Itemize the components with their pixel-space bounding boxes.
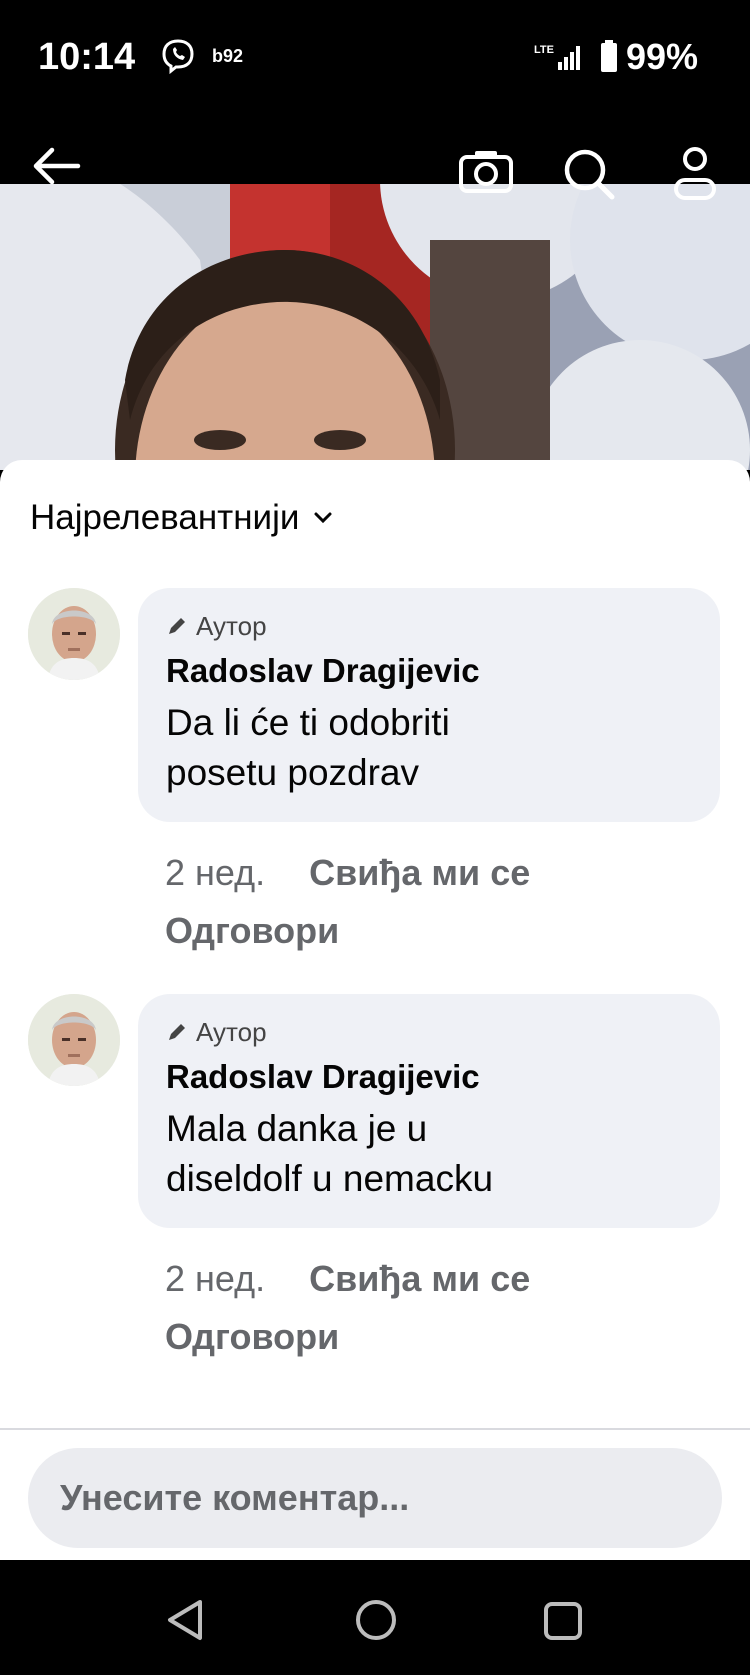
sort-dropdown[interactable]: Најрелевантнији xyxy=(30,498,333,538)
comment-author-name[interactable]: Radoslav Dragijevic xyxy=(166,1058,692,1096)
comment-text-line: Mala danka je u xyxy=(166,1108,428,1149)
avatar[interactable] xyxy=(28,994,120,1086)
comment-text-line: diseldolf u nemacku xyxy=(166,1158,494,1199)
avatar[interactable] xyxy=(28,588,120,680)
comment-actions: 2 нед. Свиђа ми се Одговори xyxy=(165,844,685,960)
author-badge-label: Аутор xyxy=(196,1016,267,1047)
comment-bubble[interactable]: Аутор Radoslav Dragijevic Da li će ti od… xyxy=(138,588,720,822)
battery-icon xyxy=(601,40,617,72)
back-arrow-icon[interactable] xyxy=(32,146,82,186)
pencil-icon xyxy=(169,618,185,634)
system-nav-bar xyxy=(0,1560,750,1675)
search-icon[interactable] xyxy=(562,148,618,200)
comment-text: Da li će ti odobriti posetu pozdrav xyxy=(166,698,692,798)
like-button[interactable]: Свиђа ми се xyxy=(309,1258,530,1299)
comment-text-line: posetu pozdrav xyxy=(166,752,420,793)
home-circle-icon[interactable] xyxy=(354,1598,398,1642)
comment-input[interactable]: Унесите коментар... xyxy=(28,1448,722,1548)
like-button[interactable]: Свиђа ми се xyxy=(309,852,530,893)
comment-text: Mala danka je u diseldolf u nemacku xyxy=(166,1104,692,1204)
carrier-label: b92 xyxy=(212,46,244,66)
svg-text:LTE: LTE xyxy=(534,44,554,56)
status-bar: 10:14 b92 LTE 99% xyxy=(0,0,750,120)
author-badge: Аутор xyxy=(166,610,692,642)
comment-time: 2 нед. xyxy=(165,1258,266,1299)
chevron-down-icon xyxy=(314,512,332,524)
comment-author-name[interactable]: Radoslav Dragijevic xyxy=(166,652,692,690)
author-badge: Аутор xyxy=(166,1016,692,1048)
reply-button[interactable]: Одговори xyxy=(165,1316,339,1357)
author-badge-label: Аутор xyxy=(196,610,267,641)
photo-top-strip xyxy=(0,120,750,184)
comment-actions: 2 нед. Свиђа ми се Одговори xyxy=(165,1250,685,1366)
comment-time: 2 нед. xyxy=(165,852,266,893)
sort-label: Најрелевантнији xyxy=(30,498,300,537)
back-triangle-icon[interactable] xyxy=(164,1598,206,1642)
pencil-icon xyxy=(169,1024,185,1040)
camera-icon[interactable] xyxy=(458,148,514,194)
comment-text-line: Da li će ti odobriti xyxy=(166,702,450,743)
lte-signal-icon: LTE xyxy=(534,44,580,70)
comments-sheet: Најрелевантнији Аутор Radoslav Dragijevi… xyxy=(0,460,750,1560)
composer-divider xyxy=(0,1428,750,1430)
reply-button[interactable]: Одговори xyxy=(165,910,339,951)
recents-square-icon[interactable] xyxy=(542,1600,584,1642)
status-time: 10:14 xyxy=(38,36,136,78)
avatar-image xyxy=(28,588,120,680)
battery-percent: 99% xyxy=(626,36,699,77)
viber-icon xyxy=(162,39,194,74)
avatar-image xyxy=(28,994,120,1086)
comment-bubble[interactable]: Аутор Radoslav Dragijevic Mala danka je … xyxy=(138,994,720,1228)
profile-icon[interactable] xyxy=(672,146,718,202)
